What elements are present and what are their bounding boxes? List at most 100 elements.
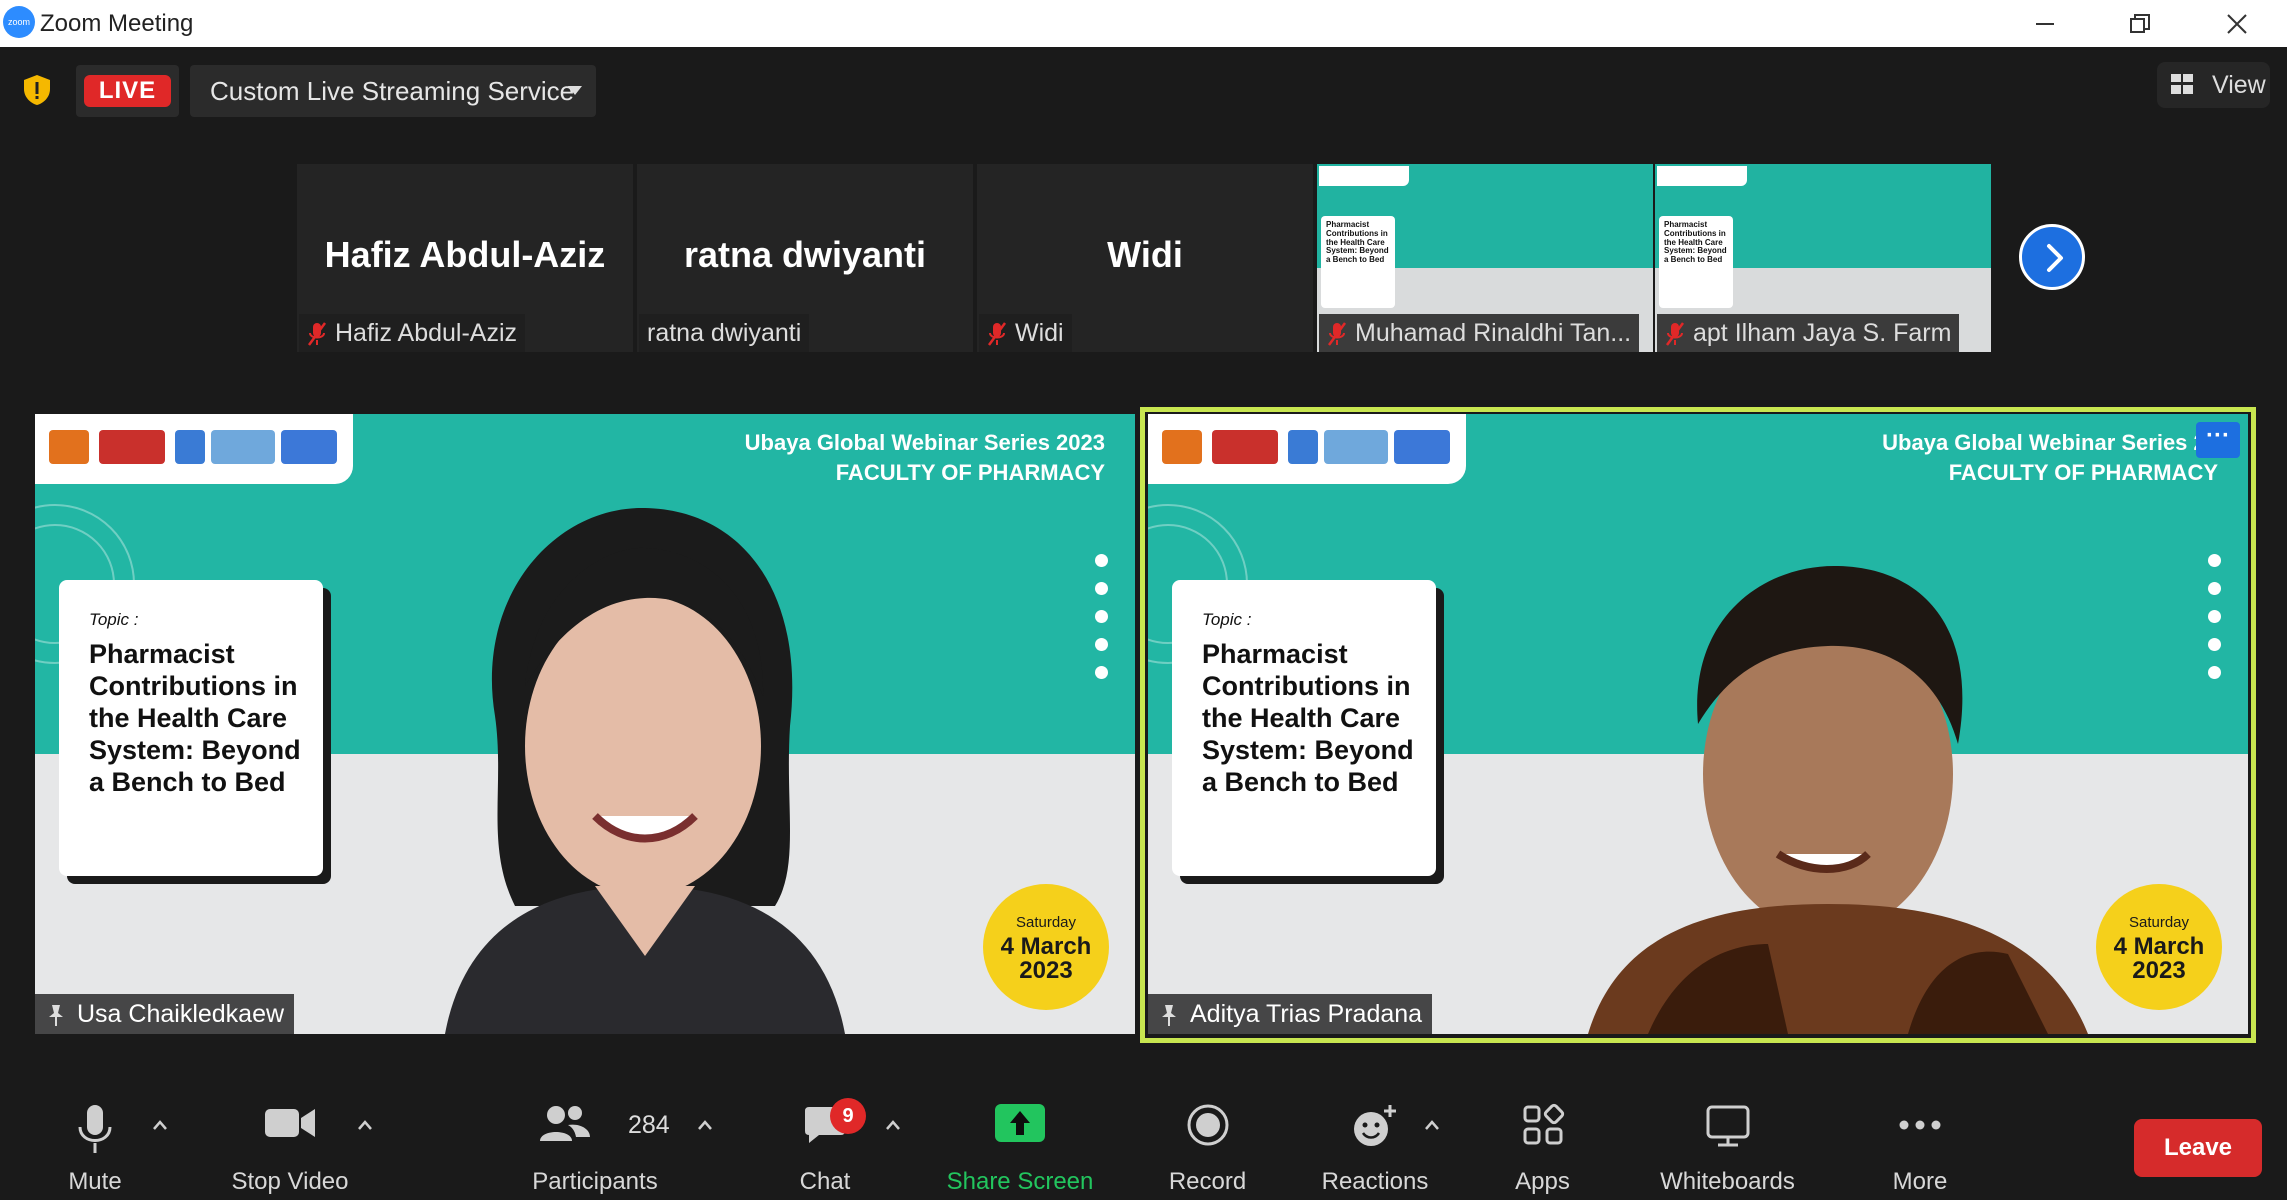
grid-view-icon <box>2171 74 2193 94</box>
participant-thumbnail[interactable]: Hafiz Abdul-Aziz Hafiz Abdul-Aziz <box>297 164 633 352</box>
video-tile-speaker-2[interactable]: Ubaya Global Webinar Series 20 FACULTY O… <box>1148 414 2248 1034</box>
participants-options-caret-icon[interactable] <box>697 1119 713 1131</box>
webinar-title: Ubaya Global Webinar Series 20 <box>1882 430 2218 455</box>
share-screen-button[interactable]: Share Screen <box>940 1085 1100 1200</box>
pin-icon <box>1162 1005 1176 1027</box>
mute-button[interactable]: Mute <box>40 1085 150 1200</box>
faculty-title: FACULTY OF PHARMACY <box>835 460 1105 485</box>
faculty-title: FACULTY OF PHARMACY <box>1948 460 2218 485</box>
close-icon <box>2227 14 2247 34</box>
participant-thumbnail[interactable]: Pharmacist Contributions in the Health C… <box>1655 164 1991 352</box>
share-screen-icon <box>995 1104 1045 1142</box>
live-badge: LIVE <box>84 75 171 107</box>
slide-topic-card: Pharmacist Contributions in the Health C… <box>1659 216 1733 308</box>
partner-logo <box>211 430 275 464</box>
date-badge: Saturday 4 March 2023 <box>2096 884 2222 1010</box>
close-button[interactable] <box>2207 6 2267 42</box>
leave-button[interactable]: Leave <box>2134 1119 2262 1177</box>
ubaya-logo <box>49 430 89 464</box>
date-year: 2023 <box>1019 957 1073 984</box>
participant-name-tag: apt Ilham Jaya S. Farm <box>1657 314 1960 352</box>
topic-text: Pharmacist Contributions in the Health C… <box>1202 639 1414 797</box>
zoom-logo-icon: zoom <box>3 6 35 38</box>
participant-thumbnail[interactable]: Pharmacist Contributions in the Health C… <box>1317 164 1653 352</box>
participants-icon <box>540 1106 590 1141</box>
video-options-button[interactable]: ··· <box>2196 422 2240 458</box>
reactions-button[interactable]: Reactions <box>1310 1085 1440 1200</box>
view-button[interactable]: View <box>2157 62 2270 108</box>
participant-name-text: Widi <box>1015 319 1064 347</box>
participant-name-tag: Hafiz Abdul-Aziz <box>299 314 526 352</box>
unsoed-logo <box>175 430 205 464</box>
speaker-name-tag: Usa Chaikledkaew <box>35 994 295 1034</box>
chat-label: Chat <box>799 1168 851 1195</box>
record-button[interactable]: Record <box>1150 1085 1265 1200</box>
pin-icon <box>49 1005 63 1027</box>
chat-unread-badge: 9 <box>830 1098 866 1134</box>
whiteboard-icon <box>1706 1105 1749 1147</box>
topic-label: Topic : <box>1202 610 1252 629</box>
apps-icon <box>1523 1103 1564 1145</box>
chat-options-caret-icon[interactable] <box>885 1119 901 1131</box>
kampus-merdeka-logo <box>281 430 337 464</box>
webinar-title: Ubaya Global Webinar Series 2023 <box>744 430 1105 455</box>
participant-thumbnail[interactable]: ratna dwiyanti ratna dwiyanti <box>637 164 973 352</box>
participant-name-tag: Widi <box>979 314 1072 352</box>
security-shield-icon[interactable] <box>22 74 52 106</box>
participants-button[interactable]: Participants <box>520 1085 670 1200</box>
participants-count: 284 <box>628 1111 670 1139</box>
participant-name-tag: ratna dwiyanti <box>639 314 810 352</box>
topic-card: Topic : Pharmacist Contributions in the … <box>1172 580 1436 876</box>
slide-logo-strip <box>1657 166 1747 186</box>
date-month: 4 March <box>1000 933 1092 960</box>
slide-topic-card: Pharmacist Contributions in the Health C… <box>1321 216 1395 308</box>
video-options-caret-icon[interactable] <box>357 1119 373 1131</box>
participant-display-name: Hafiz Abdul-Aziz <box>324 234 606 275</box>
live-indicator[interactable]: LIVE <box>76 65 179 117</box>
more-ellipsis-icon <box>1899 1120 1941 1130</box>
participant-display-name: Widi <box>1107 234 1183 275</box>
muted-mic-icon <box>987 322 1007 347</box>
participant-thumbnail[interactable]: Widi Widi <box>977 164 1313 352</box>
sponsor-logos <box>35 414 353 484</box>
mute-label: Mute <box>68 1168 122 1195</box>
muted-mic-icon <box>1327 322 1347 347</box>
speaker-name-tag: Aditya Trias Pradana <box>1148 994 1433 1034</box>
kampus-merdeka-logo <box>1394 430 1450 464</box>
whiteboards-label: Whiteboards <box>1660 1168 1795 1195</box>
whiteboards-button[interactable]: Whiteboards <box>1640 1085 1815 1200</box>
reactions-options-caret-icon[interactable] <box>1424 1119 1440 1131</box>
more-button[interactable]: More <box>1870 1085 1970 1200</box>
microphone-icon <box>78 1105 112 1153</box>
muted-mic-icon <box>1665 322 1685 347</box>
restore-icon <box>2130 14 2150 33</box>
partner-logo <box>1324 430 1388 464</box>
minimize-button[interactable] <box>2015 6 2075 42</box>
date-year: 2023 <box>2132 957 2186 984</box>
participant-name-text: Muhamad Rinaldhi Tan... <box>1355 319 1632 347</box>
participants-label: Participants <box>532 1168 658 1195</box>
unsoed-logo <box>1288 430 1318 464</box>
video-camera-icon <box>265 1109 315 1137</box>
video-tile-speaker-1[interactable]: Ubaya Global Webinar Series 2023 FACULTY… <box>35 414 1135 1034</box>
decorative-dots <box>1095 554 1109 694</box>
restore-button[interactable] <box>2110 6 2170 42</box>
apps-button[interactable]: Apps <box>1500 1085 1585 1200</box>
speaker-video-feed <box>445 507 845 1034</box>
chevron-right-icon <box>2047 244 2063 272</box>
mute-options-caret-icon[interactable] <box>152 1119 168 1131</box>
stream-service-label: Custom Live Streaming Service <box>210 76 575 106</box>
stop-video-button[interactable]: Stop Video <box>220 1085 360 1200</box>
reactions-smiley-icon <box>1354 1105 1396 1146</box>
reactions-label: Reactions <box>1321 1168 1429 1195</box>
participant-name-text: ratna dwiyanti <box>647 319 802 347</box>
stream-service-dropdown[interactable]: Custom Live Streaming Service <box>190 65 596 117</box>
next-page-button[interactable] <box>2019 224 2085 290</box>
participant-name-text: Hafiz Abdul-Aziz <box>335 319 518 347</box>
record-label: Record <box>1168 1168 1247 1195</box>
view-label: View <box>2212 71 2266 99</box>
topic-text: Pharmacist Contributions in the Health C… <box>89 639 301 797</box>
muted-mic-icon <box>307 322 327 347</box>
minimize-icon <box>2036 23 2054 25</box>
stop-video-label: Stop Video <box>231 1168 349 1195</box>
